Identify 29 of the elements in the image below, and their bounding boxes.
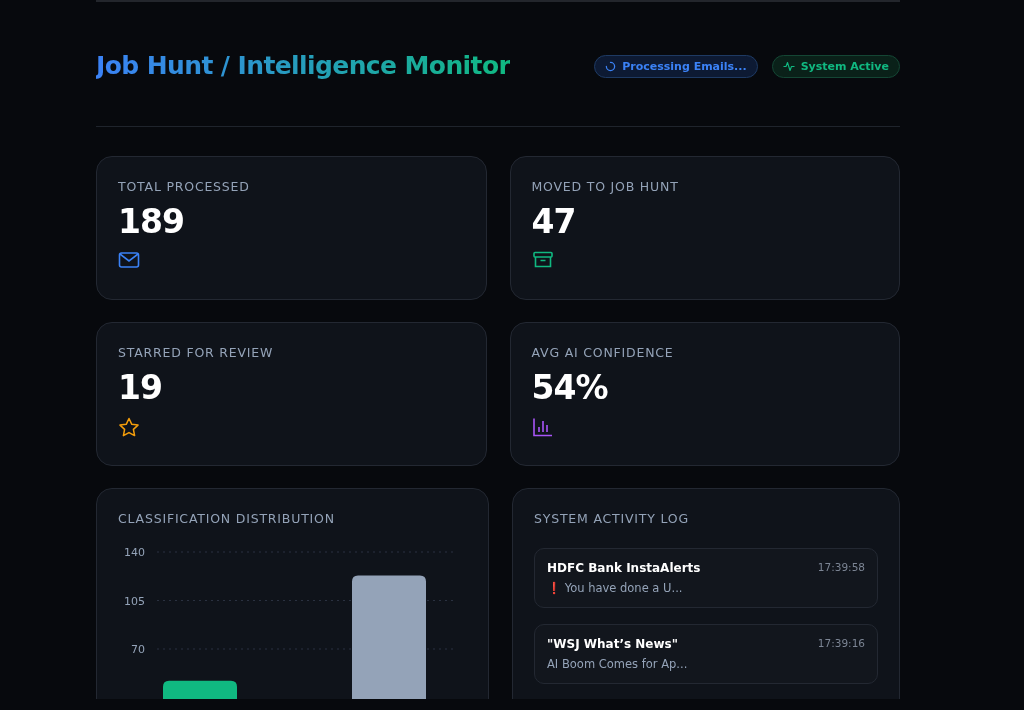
entry-preview: AI Boom Comes for Ap... [547,657,689,671]
log-entry[interactable]: "WSJ What’s News" 17:39:16 AI Boom Comes for Ap... [534,624,878,684]
processing-badge: Processing Emails... [594,54,758,78]
mail-icon [118,251,140,269]
spinner-icon [605,60,617,72]
stat-value: 189 [118,202,184,241]
chart-title: CLASSIFICATION DISTRIBUTION [118,511,335,526]
log-title: SYSTEM ACTIVITY LOG [534,511,689,526]
entry-time: 17:39:16 [817,637,865,651]
axis-tick-label: 70 [131,643,145,656]
stat-value: 47 [531,202,576,241]
bar-chart-icon [531,417,554,437]
stat-label: TOTAL PROCESSED [118,179,250,194]
entry-sender: HDFC Bank InstaAlerts [547,561,701,575]
star-icon [118,417,140,437]
log-entry[interactable]: HDFC Bank InstaAlerts 17:39:58 ❗ You have done a U... [534,548,878,608]
stat-label: STARRED FOR REVIEW [118,345,274,360]
axis-tick-label: 105 [124,594,145,608]
pulse-icon [782,60,795,72]
entry-sender: "WSJ What’s News" [547,637,678,651]
entry-time: 17:39:58 [817,561,865,575]
stat-label: MOVED TO JOB HUNT [531,179,679,194]
stat-label: AVG AI CONFIDENCE [531,345,674,360]
archive-icon [531,251,554,269]
status-badge: System Active [771,54,900,78]
stat-value: 54% [531,368,608,407]
stat-value: 19 [118,368,162,407]
entry-preview: ❗ You have done a U... [547,581,684,595]
axis-tick-label: 140 [124,546,145,559]
